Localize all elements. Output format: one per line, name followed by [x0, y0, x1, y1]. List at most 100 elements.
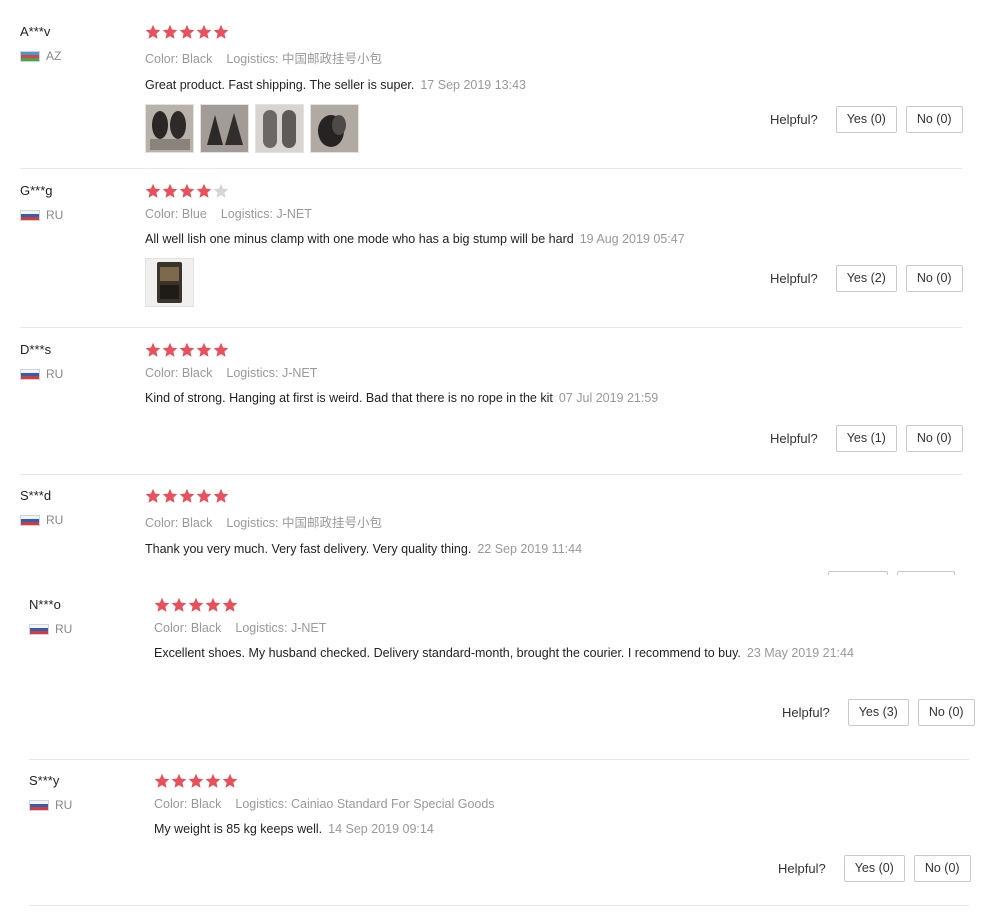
star-empty-icon [213, 183, 229, 198]
star-filled-icon [162, 488, 178, 503]
helpful-yes-button[interactable]: Yes (0) [843, 855, 905, 882]
cut-off-helpful-buttons [828, 571, 955, 575]
review-photo-thumbnail[interactable] [145, 104, 194, 153]
helpful-yes-button[interactable]: Yes (1) [835, 425, 897, 452]
helpful-yes-button-edge [828, 571, 888, 575]
reviewer-country: RU [29, 622, 139, 636]
helpful-yes-button[interactable]: Yes (3) [847, 699, 909, 726]
helpful-no-button[interactable]: No (0) [913, 855, 971, 882]
helpful-no-button[interactable]: No (0) [905, 106, 963, 133]
review-date: 23 May 2019 21:44 [746, 646, 854, 660]
review-body: Color: Black Logistics: 中国邮政挂号小包 Great pr… [145, 24, 526, 153]
helpful-vote: Helpful? Yes (3) No (0) [782, 699, 975, 726]
reviewer-country: RU [20, 208, 130, 222]
review-photo-thumbnail[interactable] [255, 104, 304, 153]
star-rating [154, 773, 495, 789]
review-meta: Color: Black Logistics: J-NET [154, 621, 874, 635]
review-text: Thank you very much. Very fast delivery.… [145, 540, 582, 558]
reviewer-name: D***s [20, 342, 52, 357]
review-text: Excellent shoes. My husband checked. Del… [154, 644, 874, 662]
review-body: Color: Blue Logistics: J-NET All well lis… [145, 183, 685, 307]
review-meta: Color: Black Logistics: 中国邮政挂号小包 [145, 48, 526, 67]
star-filled-icon [196, 488, 212, 503]
star-filled-icon [213, 24, 229, 39]
helpful-yes-button[interactable]: Yes (0) [835, 106, 897, 133]
star-filled-icon [162, 24, 178, 39]
review-divider [20, 474, 962, 475]
country-code: AZ [46, 49, 62, 63]
reviewer-name: N***o [29, 597, 61, 612]
review-body: Color: Black Logistics: Cainiao Standard … [154, 773, 495, 838]
russia-flag-icon [20, 209, 40, 221]
review-photo-thumbnail[interactable] [310, 104, 359, 153]
helpful-no-button-edge [897, 571, 955, 575]
star-filled-icon [222, 773, 238, 788]
reviewer-name: S***y [29, 773, 60, 788]
reviewer-name: A***v [20, 24, 51, 39]
review-body: Color: Black Logistics: J-NET Kind of str… [145, 342, 658, 407]
review-text: My weight is 85 kg keeps well. 14 Sep 201… [154, 820, 495, 838]
review-logistics: Logistics: J-NET [220, 207, 312, 221]
review-logistics: Logistics: Cainiao Standard For Special … [235, 797, 495, 811]
review-content: All well lish one minus clamp with one m… [145, 232, 574, 246]
review-divider [29, 759, 969, 760]
star-filled-icon [188, 773, 204, 788]
russia-flag-icon [20, 368, 40, 380]
review-color: Color: Black [145, 52, 213, 66]
country-code: RU [55, 798, 73, 812]
reviewer-country: RU [20, 367, 130, 381]
review-content: Thank you very much. Very fast delivery.… [145, 542, 472, 556]
review-color: Color: Black [154, 797, 222, 811]
review-logistics: Logistics: 中国邮政挂号小包 [226, 52, 382, 66]
review-color: Color: Black [154, 621, 222, 635]
star-filled-icon [154, 773, 170, 788]
review-date: 22 Sep 2019 11:44 [477, 542, 583, 556]
review-meta: Color: Black Logistics: 中国邮政挂号小包 [145, 512, 582, 531]
review-photos [145, 258, 685, 307]
helpful-vote: Helpful? Yes (1) No (0) [770, 425, 963, 452]
star-filled-icon [196, 342, 212, 357]
helpful-label: Helpful? [782, 705, 830, 720]
reviewer-country: AZ [20, 49, 130, 63]
helpful-label: Helpful? [778, 861, 826, 876]
star-filled-icon [145, 24, 161, 39]
review-date: 14 Sep 2019 09:14 [328, 822, 434, 836]
review-logistics: Logistics: 中国邮政挂号小包 [226, 516, 382, 530]
star-rating [145, 488, 582, 504]
review-divider [20, 327, 962, 328]
country-code: RU [55, 622, 73, 636]
star-filled-icon [188, 597, 204, 612]
star-filled-icon [179, 183, 195, 198]
star-filled-icon [162, 183, 178, 198]
star-filled-icon [222, 597, 238, 612]
review-content: Excellent shoes. My husband checked. Del… [154, 646, 741, 660]
star-filled-icon [162, 342, 178, 357]
helpful-no-button[interactable]: No (0) [905, 425, 963, 452]
helpful-yes-button[interactable]: Yes (2) [835, 265, 897, 292]
reviewer-info: N***o RU [29, 597, 139, 636]
reviewer-name: S***d [20, 488, 52, 503]
reviewer-name: G***g [20, 183, 53, 198]
review-photo-thumbnail[interactable] [200, 104, 249, 153]
helpful-vote: Helpful? Yes (2) No (0) [770, 265, 963, 292]
review-color: Color: Black [145, 516, 213, 530]
review-text: Kind of strong. Hanging at first is weir… [145, 389, 658, 407]
russia-flag-icon [29, 623, 49, 635]
review-date: 17 Sep 2019 13:43 [420, 78, 527, 92]
review-logistics: Logistics: J-NET [226, 366, 318, 380]
country-code: RU [46, 367, 64, 381]
star-filled-icon [196, 183, 212, 198]
reviewer-info: D***s RU [20, 342, 130, 381]
reviewer-info: S***y RU [29, 773, 139, 812]
review-color: Color: Blue [145, 207, 207, 221]
review-content: Kind of strong. Hanging at first is weir… [145, 391, 553, 405]
review-photo-thumbnail[interactable] [145, 258, 194, 307]
review-content: Great product. Fast shipping. The seller… [145, 78, 415, 92]
star-rating [145, 24, 526, 40]
helpful-no-button[interactable]: No (0) [917, 699, 975, 726]
country-code: RU [46, 208, 64, 222]
helpful-label: Helpful? [770, 112, 818, 127]
star-rating [145, 342, 658, 358]
star-rating [154, 597, 874, 613]
helpful-no-button[interactable]: No (0) [905, 265, 963, 292]
